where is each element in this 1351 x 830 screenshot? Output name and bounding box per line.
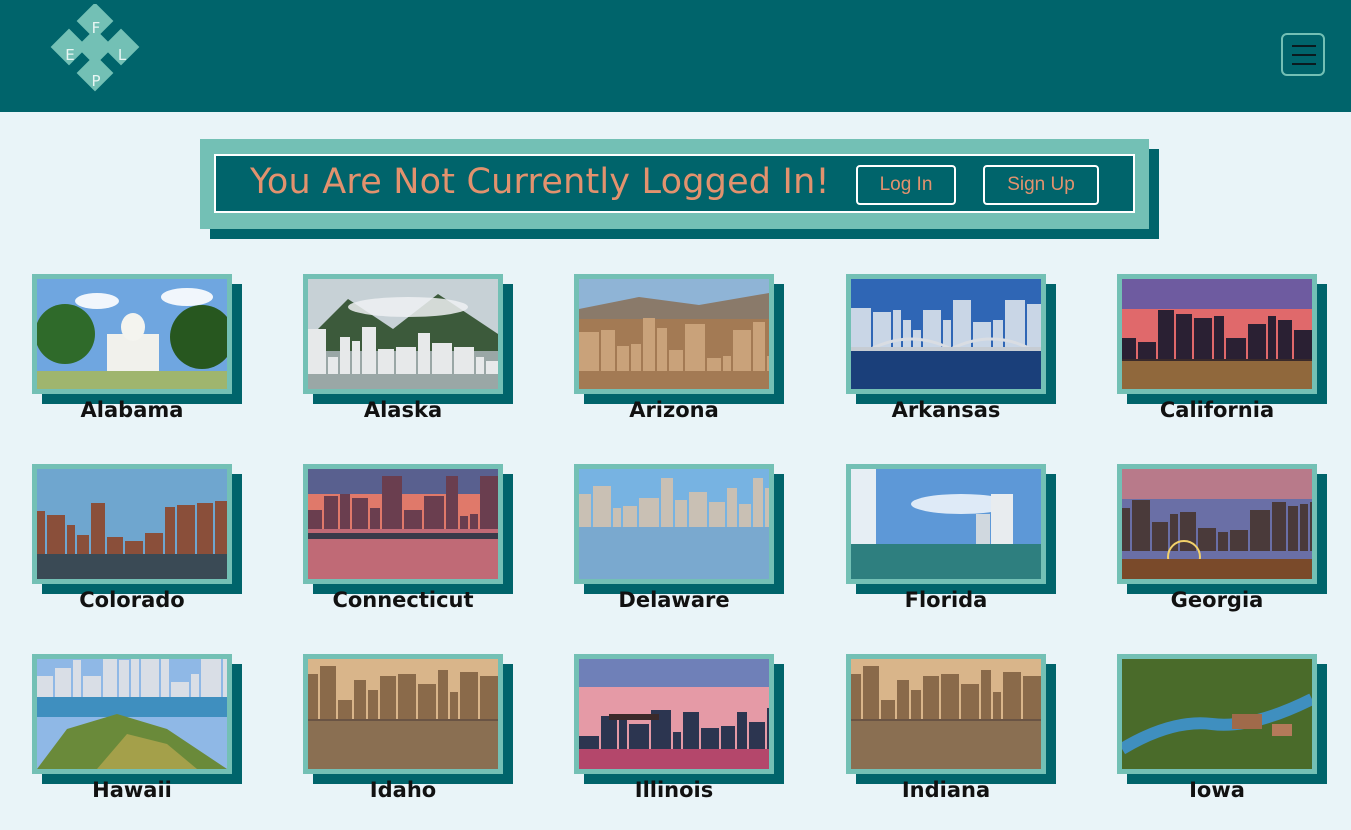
state-photo[interactable] — [579, 279, 769, 389]
state-photo[interactable] — [851, 469, 1041, 579]
state-photo-image — [579, 279, 769, 389]
state-card-frame[interactable] — [32, 274, 232, 394]
state-card-frame[interactable] — [574, 464, 774, 584]
state-card-frame[interactable] — [303, 654, 503, 774]
state-name[interactable]: Delaware — [574, 588, 774, 612]
state-card-frame[interactable] — [303, 464, 503, 584]
state-photo-image — [37, 469, 227, 579]
state-name[interactable]: Hawaii — [32, 778, 232, 802]
state-photo-image — [579, 469, 769, 579]
state-card-frame[interactable] — [574, 274, 774, 394]
state-name[interactable]: Alabama — [32, 398, 232, 422]
hamburger-menu-icon — [1292, 45, 1316, 47]
hamburger-menu-button[interactable] — [1281, 33, 1325, 76]
state-name[interactable]: Colorado — [32, 588, 232, 612]
state-photo-image — [308, 469, 498, 579]
login-button[interactable]: Log In — [856, 165, 956, 205]
state-name[interactable]: Arkansas — [846, 398, 1046, 422]
state-photo-image — [308, 279, 498, 389]
state-card[interactable]: Indiana — [846, 654, 1056, 814]
state-card[interactable]: Hawaii — [32, 654, 242, 814]
state-photo-image — [1122, 659, 1312, 769]
state-photo[interactable] — [579, 469, 769, 579]
logo-letter-p: P — [91, 72, 100, 90]
state-card[interactable]: Arizona — [574, 274, 784, 434]
state-name[interactable]: Iowa — [1117, 778, 1317, 802]
state-card-frame[interactable] — [1117, 654, 1317, 774]
state-photo-image — [851, 469, 1041, 579]
state-photo[interactable] — [37, 469, 227, 579]
state-photo-image — [37, 659, 227, 769]
state-card-frame[interactable] — [32, 654, 232, 774]
state-card[interactable]: Alabama — [32, 274, 242, 434]
state-name[interactable]: Alaska — [303, 398, 503, 422]
state-name[interactable]: Idaho — [303, 778, 503, 802]
state-card-frame[interactable] — [846, 464, 1046, 584]
login-banner-inner: You Are Not Currently Logged In! Log In … — [214, 154, 1135, 213]
state-name[interactable]: California — [1117, 398, 1317, 422]
state-photo[interactable] — [851, 279, 1041, 389]
state-card[interactable]: Florida — [846, 464, 1056, 624]
state-card-frame[interactable] — [303, 274, 503, 394]
state-photo[interactable] — [851, 659, 1041, 769]
logo-letter-f: F — [92, 19, 101, 37]
not-logged-in-message: You Are Not Currently Logged In! — [250, 162, 830, 202]
state-card[interactable]: Connecticut — [303, 464, 513, 624]
state-photo[interactable] — [579, 659, 769, 769]
state-name[interactable]: Indiana — [846, 778, 1046, 802]
state-card-frame[interactable] — [1117, 274, 1317, 394]
state-photo[interactable] — [37, 659, 227, 769]
logo-letter-e: E — [65, 46, 74, 64]
felp-logo[interactable]: F E L P — [48, 4, 144, 106]
state-card-frame[interactable] — [574, 654, 774, 774]
hamburger-bar — [1292, 54, 1316, 56]
state-photo[interactable] — [308, 659, 498, 769]
state-card-frame[interactable] — [1117, 464, 1317, 584]
state-photo-image — [851, 659, 1041, 769]
top-navbar: F E L P — [0, 0, 1351, 112]
state-card-frame[interactable] — [846, 274, 1046, 394]
state-card[interactable]: Iowa — [1117, 654, 1327, 814]
state-photo-image — [1122, 469, 1312, 579]
state-photo-image — [1122, 279, 1312, 389]
state-photo-image — [37, 279, 227, 389]
state-name[interactable]: Georgia — [1117, 588, 1317, 612]
state-photo[interactable] — [308, 469, 498, 579]
state-photo-image — [579, 659, 769, 769]
signup-button[interactable]: Sign Up — [983, 165, 1099, 205]
state-name[interactable]: Illinois — [574, 778, 774, 802]
state-photo[interactable] — [1122, 659, 1312, 769]
state-card[interactable]: Idaho — [303, 654, 513, 814]
state-photo[interactable] — [1122, 469, 1312, 579]
state-card[interactable]: Colorado — [32, 464, 242, 624]
state-photo[interactable] — [308, 279, 498, 389]
state-name[interactable]: Connecticut — [303, 588, 503, 612]
state-card[interactable]: Arkansas — [846, 274, 1056, 434]
logo-letter-l: L — [118, 46, 127, 64]
state-card[interactable]: Alaska — [303, 274, 513, 434]
state-name[interactable]: Florida — [846, 588, 1046, 612]
login-banner: You Are Not Currently Logged In! Log In … — [200, 139, 1149, 229]
state-photo[interactable] — [37, 279, 227, 389]
state-card[interactable]: Delaware — [574, 464, 784, 624]
state-name[interactable]: Arizona — [574, 398, 774, 422]
hamburger-bar — [1292, 63, 1316, 65]
state-photo-image — [308, 659, 498, 769]
state-card[interactable]: Illinois — [574, 654, 784, 814]
state-card[interactable]: Georgia — [1117, 464, 1327, 624]
state-card[interactable]: California — [1117, 274, 1327, 434]
state-photo-image — [851, 279, 1041, 389]
state-photo[interactable] — [1122, 279, 1312, 389]
state-card-frame[interactable] — [32, 464, 232, 584]
state-card-frame[interactable] — [846, 654, 1046, 774]
